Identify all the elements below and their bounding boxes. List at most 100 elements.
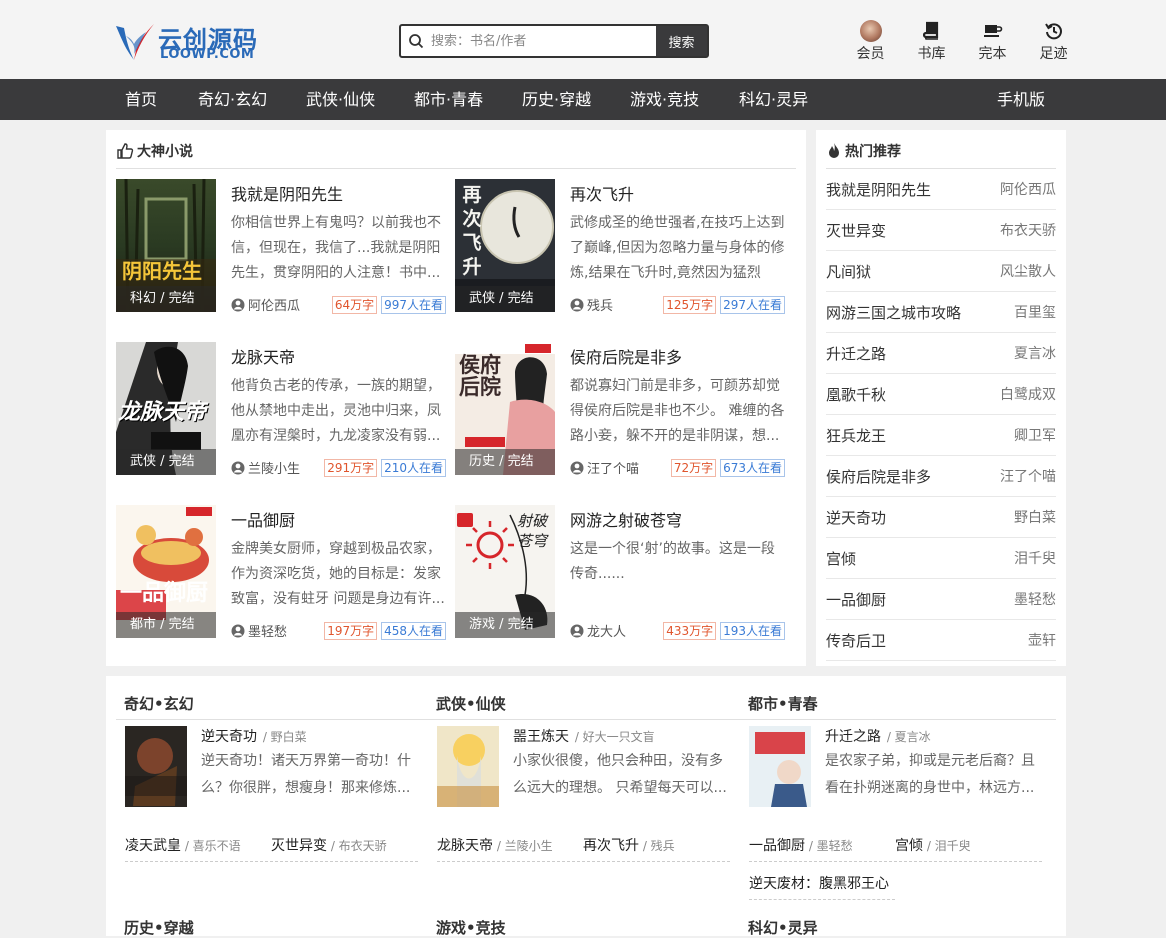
- category-feature[interactable]: 逆天奇功 / 野白菜 逆天奇功！诸天万界第一奇功！什么？你很胖，想瘦身！那来修炼…: [125, 726, 415, 812]
- book-card[interactable]: 一品御厨 都市 / 完结 一品御厨 金牌美女厨师，穿越到极品农家，作为资深吃货，…: [116, 505, 446, 640]
- book-cover[interactable]: 一品御厨 都市 / 完结: [116, 505, 216, 638]
- category-link[interactable]: 灭世异变 / 布衣天骄: [271, 835, 387, 855]
- nav-item-fantasy[interactable]: 奇幻·玄幻: [198, 79, 267, 120]
- book-title[interactable]: 再次飞升: [570, 181, 634, 205]
- book-card[interactable]: 龙脉天帝 武侠 / 完结 龙脉天帝 他背负古老的传承，一族的期望，他从禁地中走出…: [116, 342, 446, 477]
- hot-item[interactable]: 一品御厨 墨轻愁: [826, 579, 1056, 620]
- hot-item[interactable]: 逆天奇功 野白菜: [826, 497, 1056, 538]
- book-cover[interactable]: 射破苍穹 游戏 / 完结: [455, 505, 555, 638]
- feature-title[interactable]: 逆天奇功 / 野白菜: [201, 726, 307, 746]
- hot-item[interactable]: 侯府后院是非多 汪了个喵: [826, 456, 1056, 497]
- category-feature[interactable]: 噐王炼天 / 好大一只文盲 小家伙很傻，他只会种田，没有多么远大的理想。 只希望…: [437, 726, 727, 812]
- book-tag: 武侠 / 完结: [116, 449, 216, 475]
- cover-text: 再次飞升: [462, 184, 482, 278]
- site-logo[interactable]: 云创源码 LOOWP.COM: [112, 18, 262, 64]
- hot-item[interactable]: 凰歌千秋 白鹭成双: [826, 374, 1056, 415]
- book-cover[interactable]: 阴阳先生 科幻 / 完结: [116, 179, 216, 312]
- book-tag: 科幻 / 完结: [116, 286, 216, 312]
- category-title[interactable]: 历史•穿越: [124, 917, 194, 938]
- hot-item[interactable]: 凡间狱 风尘散人: [826, 251, 1056, 292]
- hot-item[interactable]: 升迁之路 夏言冰: [826, 333, 1056, 374]
- nav-item-home[interactable]: 首页: [125, 79, 157, 120]
- nav-item-history[interactable]: 历史·穿越: [522, 79, 591, 120]
- nav-item-scifi[interactable]: 科幻·灵异: [739, 79, 808, 120]
- book-meta: 阿伦西瓜 64万字 997人在看: [231, 295, 446, 314]
- book-author[interactable]: 墨轻愁: [231, 621, 324, 640]
- book-desc: 他背负古老的传承，一族的期望，他从禁地中走出，灵池中归来，凤凰亦有涅槃时，九龙凌…: [231, 378, 441, 444]
- feature-title[interactable]: 噐王炼天 / 好大一只文盲: [513, 726, 655, 746]
- user-nav-library[interactable]: 书库: [901, 20, 962, 63]
- feature-desc: 逆天奇功！诸天万界第一奇功！什么？你很胖，想瘦身！那来修炼...: [201, 753, 411, 796]
- category-link[interactable]: 龙脉天帝 / 兰陵小生: [437, 835, 553, 855]
- book-cover[interactable]: 再次飞升 武侠 / 完结: [455, 179, 555, 312]
- category-link[interactable]: 一品御厨 / 墨轻愁: [749, 835, 853, 855]
- book-cover[interactable]: 侯府后院 历史 / 完结: [455, 342, 555, 475]
- cup-icon: [962, 20, 1023, 42]
- cover-text: 一品御厨: [120, 581, 209, 606]
- search-input[interactable]: [431, 26, 656, 56]
- feature-cover[interactable]: [437, 726, 499, 807]
- feature-cover[interactable]: [125, 726, 187, 807]
- book-card[interactable]: 射破苍穹 游戏 / 完结 网游之射破苍穹 这是一个很‘射’的故事。这是一段传奇.…: [455, 505, 785, 640]
- hot-item[interactable]: 传奇后卫 壶轩: [826, 620, 1056, 661]
- book-title[interactable]: 侯府后院是非多: [570, 344, 682, 368]
- category-title[interactable]: 武侠•仙侠: [436, 693, 506, 714]
- user-nav-member[interactable]: 会员: [840, 20, 901, 63]
- search-box: 搜索: [399, 24, 709, 58]
- book-title[interactable]: 一品御厨: [231, 507, 295, 531]
- category-title[interactable]: 科幻•灵异: [748, 917, 818, 938]
- feature-cover[interactable]: [749, 726, 811, 807]
- cover-text: 侯府后院: [459, 353, 501, 399]
- nav-item-games[interactable]: 游戏·竞技: [630, 79, 699, 120]
- category-link[interactable]: 凌天武皇 / 喜乐不语: [125, 835, 241, 855]
- feature-desc: 是农家子弟，抑或是元老后裔？且看在扑朔迷离的身世中，林远方...: [825, 753, 1035, 796]
- book-card[interactable]: 阴阳先生 科幻 / 完结 我就是阴阳先生 你相信世界上有鬼吗？以前我也不信，但现…: [116, 179, 446, 314]
- book-meta: 汪了个喵 72万字 673人在看: [570, 458, 785, 477]
- book-author[interactable]: 龙大人: [570, 621, 663, 640]
- book-title[interactable]: 网游之射破苍穹: [570, 507, 682, 531]
- search-button[interactable]: 搜索: [656, 26, 707, 56]
- logo-domain: LOOWP.COM: [160, 47, 255, 62]
- feature-title[interactable]: 升迁之路 / 夏言冰: [825, 726, 931, 746]
- hot-title: 热门推荐: [826, 141, 901, 161]
- divider: [125, 861, 418, 862]
- hot-item[interactable]: 灭世异变 布衣天骄: [826, 210, 1056, 251]
- book-card[interactable]: 再次飞升 武侠 / 完结 再次飞升 武修成圣的绝世强者,在技巧上达到了巅峰,但因…: [455, 179, 785, 314]
- book-author[interactable]: 汪了个喵: [570, 458, 671, 477]
- book-cover[interactable]: 龙脉天帝 武侠 / 完结: [116, 342, 216, 475]
- category-title[interactable]: 都市•青春: [748, 693, 818, 714]
- category-feature[interactable]: 升迁之路 / 夏言冰 是农家子弟，抑或是元老后裔？且看在扑朔迷离的身世中，林远方…: [749, 726, 1039, 812]
- nav-item-urban[interactable]: 都市·青春: [414, 79, 483, 120]
- hot-item[interactable]: 狂兵龙王 卿卫军: [826, 415, 1056, 456]
- category-link[interactable]: 逆天废材：腹黑邪王心: [749, 873, 889, 893]
- book-tag: 武侠 / 完结: [455, 286, 555, 312]
- category-column: 都市•青春 升迁之路 / 夏言冰 是农家子弟，抑或是元老后裔？且看在扑朔迷离的身…: [739, 676, 1042, 936]
- user-nav-history[interactable]: 足迹: [1023, 20, 1084, 63]
- book-author[interactable]: 残兵: [570, 295, 663, 314]
- category-title[interactable]: 奇幻•玄幻: [124, 693, 194, 714]
- hot-item[interactable]: 网游三国之城市攻略 百里玺: [826, 292, 1056, 333]
- nav-item-wuxia[interactable]: 武侠·仙侠: [306, 79, 375, 120]
- category-title[interactable]: 游戏•竞技: [436, 917, 506, 938]
- book-author[interactable]: 阿伦西瓜: [231, 295, 332, 314]
- categories-panel: 奇幻•玄幻 逆天奇功 / 野白菜 逆天奇功！诸天万界第一奇功！什么？你很胖，想瘦…: [106, 676, 1066, 938]
- book-meta: 龙大人 433万字 193人在看: [570, 621, 785, 640]
- hot-item[interactable]: 宫倾 泪千臾: [826, 538, 1056, 579]
- user-icon: [231, 461, 245, 474]
- book-author[interactable]: 兰陵小生: [231, 458, 324, 477]
- category-link[interactable]: 宫倾 / 泪千臾: [895, 835, 971, 855]
- hot-item[interactable]: 我就是阴阳先生 阿伦西瓜: [826, 169, 1056, 210]
- readers-badge: 193人在看: [720, 621, 785, 640]
- readers-badge: 458人在看: [381, 621, 446, 640]
- book-title[interactable]: 我就是阴阳先生: [231, 181, 343, 205]
- book-card[interactable]: 侯府后院 历史 / 完结 侯府后院是非多 都说寡妇门前是非多，可颜苏却觉得侯府后…: [455, 342, 785, 477]
- cover-text: 龙脉天帝: [118, 400, 207, 425]
- user-nav-completed[interactable]: 完本: [962, 20, 1023, 63]
- category-link[interactable]: 再次飞升 / 残兵: [583, 835, 675, 855]
- nav-item-mobile[interactable]: 手机版: [997, 79, 1045, 120]
- book-tag: 历史 / 完结: [455, 449, 555, 475]
- book-title[interactable]: 龙脉天帝: [231, 344, 295, 368]
- user-nav-label: 会员: [856, 46, 885, 62]
- user-icon: [231, 298, 245, 311]
- user-nav-label: 完本: [978, 46, 1007, 62]
